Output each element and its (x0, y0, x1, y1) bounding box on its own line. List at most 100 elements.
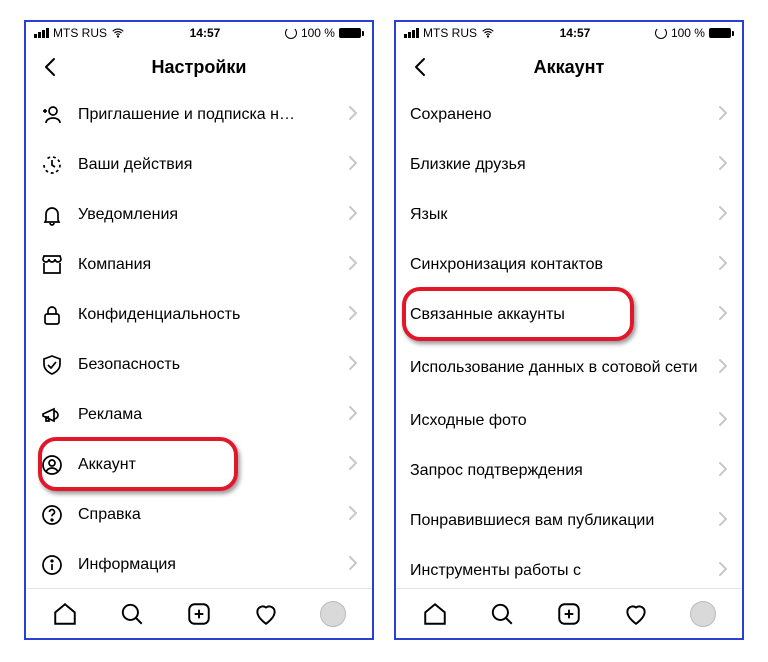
nav-bar: Настройки (26, 44, 372, 90)
list-item-label: Уведомления (78, 206, 334, 224)
chevron-right-icon (718, 511, 728, 532)
tab-add[interactable] (553, 598, 585, 630)
status-bar: MTS RUS 14:57 100 % (26, 22, 372, 44)
list-item[interactable]: Справка (26, 490, 372, 540)
chevron-right-icon (348, 455, 358, 476)
list-item-label: Конфиденциальность (78, 306, 334, 324)
phone-account: MTS RUS 14:57 100 % Аккаунт СохраненоБли… (394, 20, 744, 640)
list-item[interactable]: Синхронизация контактов (396, 240, 742, 290)
chevron-right-icon (718, 205, 728, 226)
clock-history-icon (40, 153, 64, 177)
avatar-icon (690, 601, 716, 627)
signal-icon (404, 28, 419, 38)
list-item[interactable]: Инструменты работы с (396, 546, 742, 588)
clock: 14:57 (560, 26, 591, 40)
list-item[interactable]: Компания (26, 240, 372, 290)
chevron-right-icon (348, 555, 358, 576)
list-item-label: Язык (410, 206, 704, 224)
list-item[interactable]: Понравившиеся вам публикации (396, 496, 742, 546)
chevron-right-icon (348, 205, 358, 226)
chevron-right-icon (348, 105, 358, 126)
list-item-label: Ваши действия (78, 156, 334, 174)
battery-label: 100 % (671, 26, 705, 40)
megaphone-icon (40, 403, 64, 427)
back-button[interactable] (406, 53, 434, 81)
storefront-icon (40, 253, 64, 277)
list-item[interactable]: Использование данных в сотовой сети (396, 340, 742, 396)
list-item-label: Исходные фото (410, 412, 704, 430)
chevron-right-icon (348, 355, 358, 376)
tab-home[interactable] (49, 598, 81, 630)
list-item-label: Запрос подтверждения (410, 462, 704, 480)
list-item[interactable]: Реклама (26, 390, 372, 440)
list-item[interactable]: Исходные фото (396, 396, 742, 446)
clock: 14:57 (190, 26, 221, 40)
phone-settings: MTS RUS 14:57 100 % Настройки Приглашени… (24, 20, 374, 640)
chevron-right-icon (348, 405, 358, 426)
list-item[interactable]: Запрос подтверждения (396, 446, 742, 496)
list-item-label: Справка (78, 506, 334, 524)
tab-add[interactable] (183, 598, 215, 630)
tab-search[interactable] (486, 598, 518, 630)
chevron-right-icon (718, 461, 728, 482)
loading-icon (285, 27, 297, 39)
list-item[interactable]: Ваши действия (26, 140, 372, 190)
list-item-label: Аккаунт (78, 456, 334, 474)
shield-check-icon (40, 353, 64, 377)
list-item-label: Реклама (78, 406, 334, 424)
chevron-right-icon (718, 105, 728, 126)
info-icon (40, 553, 64, 577)
nav-bar: Аккаунт (396, 44, 742, 90)
tab-profile[interactable] (687, 598, 719, 630)
list-item[interactable]: Информация (26, 540, 372, 588)
list-item-label: Использование данных в сотовой сети (410, 358, 704, 378)
tab-bar (396, 588, 742, 638)
tab-search[interactable] (116, 598, 148, 630)
list-item[interactable]: Безопасность (26, 340, 372, 390)
chevron-right-icon (348, 305, 358, 326)
list-item[interactable]: Приглашение и подписка н… (26, 90, 372, 140)
battery-icon (339, 28, 364, 38)
avatar-icon (320, 601, 346, 627)
list-item-label: Понравившиеся вам публикации (410, 512, 704, 530)
signal-icon (34, 28, 49, 38)
loading-icon (655, 27, 667, 39)
list-item[interactable]: Конфиденциальность (26, 290, 372, 340)
chevron-right-icon (718, 255, 728, 276)
page-title: Аккаунт (396, 57, 742, 78)
bell-icon (40, 203, 64, 227)
list-item[interactable]: Связанные аккаунты (396, 290, 742, 340)
wifi-icon (111, 26, 125, 40)
page-title: Настройки (26, 57, 372, 78)
carrier-label: MTS RUS (53, 26, 107, 40)
list-item-label: Безопасность (78, 356, 334, 374)
tab-activity[interactable] (250, 598, 282, 630)
chevron-right-icon (718, 411, 728, 432)
list-item-label: Приглашение и подписка н… (78, 106, 334, 124)
back-button[interactable] (36, 53, 64, 81)
list-item-label: Синхронизация контактов (410, 256, 704, 274)
wifi-icon (481, 26, 495, 40)
tab-profile[interactable] (317, 598, 349, 630)
chevron-right-icon (718, 358, 728, 379)
list-item-label: Связанные аккаунты (410, 306, 704, 324)
chevron-right-icon (348, 255, 358, 276)
battery-label: 100 % (301, 26, 335, 40)
chevron-right-icon (718, 561, 728, 582)
tab-activity[interactable] (620, 598, 652, 630)
lock-icon (40, 303, 64, 327)
list-item[interactable]: Уведомления (26, 190, 372, 240)
list-item[interactable]: Близкие друзья (396, 140, 742, 190)
tab-bar (26, 588, 372, 638)
chevron-right-icon (718, 305, 728, 326)
list-item[interactable]: Сохранено (396, 90, 742, 140)
user-circle-icon (40, 453, 64, 477)
tab-home[interactable] (419, 598, 451, 630)
list-item-label: Компания (78, 256, 334, 274)
chevron-right-icon (348, 505, 358, 526)
list-item[interactable]: Аккаунт (26, 440, 372, 490)
help-icon (40, 503, 64, 527)
list-item[interactable]: Язык (396, 190, 742, 240)
user-plus-icon (40, 103, 64, 127)
account-list: СохраненоБлизкие друзья Язык Синхронизация… (396, 90, 742, 588)
